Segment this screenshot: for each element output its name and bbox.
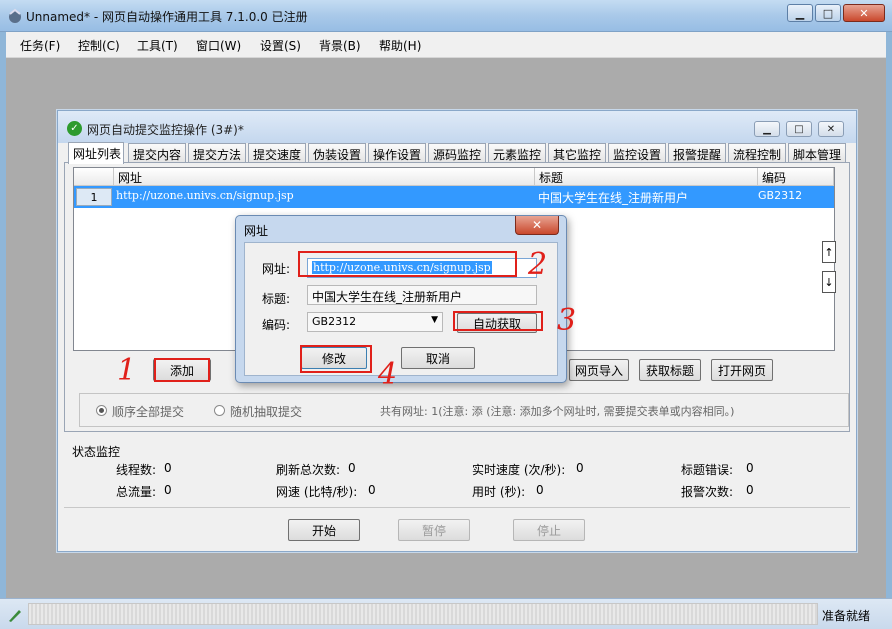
tab-source-monitor[interactable]: 源码监控 bbox=[428, 143, 486, 163]
menu-background[interactable]: 背景(B) bbox=[319, 37, 361, 54]
dialog-encoding-value: GB2312 bbox=[312, 315, 357, 328]
annotation-box-modify bbox=[300, 345, 372, 373]
annotation-box-auto-get bbox=[453, 311, 543, 331]
alarm-count-value: 0 bbox=[746, 483, 754, 497]
annotation-1: 1 bbox=[117, 353, 137, 388]
chevron-down-icon: ▼ bbox=[431, 315, 438, 325]
traffic-value: 0 bbox=[164, 483, 172, 497]
menu-settings[interactable]: 设置(S) bbox=[260, 37, 301, 54]
refresh-count-value: 0 bbox=[348, 461, 356, 475]
table-header-title[interactable]: 标题 bbox=[535, 168, 758, 186]
brush-icon bbox=[9, 610, 21, 622]
elapsed-label: 用时 (秒): bbox=[472, 485, 526, 499]
inner-close-button[interactable]: ✕ bbox=[818, 121, 844, 137]
radio-random-label[interactable]: 随机抽取提交 bbox=[230, 403, 302, 420]
pause-button[interactable]: 暂停 bbox=[398, 519, 470, 541]
speed-label: 实时速度 (次/秒): bbox=[472, 463, 566, 477]
tab-alarm[interactable]: 报警提醒 bbox=[668, 143, 726, 163]
title-error-value: 0 bbox=[746, 461, 754, 475]
tab-script-manage[interactable]: 脚本管理 bbox=[788, 143, 846, 163]
annotation-3: 3 bbox=[557, 303, 577, 338]
inner-maximize-button[interactable]: □ bbox=[786, 121, 812, 137]
app-icon bbox=[9, 8, 21, 23]
dialog-encoding-label: 编码: bbox=[262, 318, 291, 332]
tab-strip: 网址列表 提交内容 提交方法 提交速度 伪装设置 操作设置 源码监控 元素监控 … bbox=[68, 142, 848, 164]
row-title: 中国大学生在线_注册新用户 bbox=[538, 191, 689, 205]
radio-random[interactable] bbox=[214, 405, 225, 416]
threads-label: 线程数: bbox=[116, 463, 157, 477]
menu-help[interactable]: 帮助(H) bbox=[379, 37, 421, 54]
elapsed-value: 0 bbox=[536, 483, 544, 497]
cancel-button[interactable]: 取消 bbox=[401, 347, 475, 369]
traffic-label: 总流量: bbox=[116, 485, 157, 499]
annotation-4: 4 bbox=[378, 357, 398, 392]
dialog-url-label: 网址: bbox=[262, 262, 291, 276]
refresh-count-label: 刷新总次数: bbox=[276, 463, 341, 477]
open-page-button[interactable]: 打开网页 bbox=[711, 359, 773, 381]
tab-operation[interactable]: 操作设置 bbox=[368, 143, 426, 163]
netspeed-label: 网速 (比特/秒): bbox=[276, 485, 358, 499]
table-header-index bbox=[74, 168, 114, 186]
speed-value: 0 bbox=[576, 461, 584, 475]
menu-control[interactable]: 控制(C) bbox=[78, 37, 120, 54]
tab-submit-method[interactable]: 提交方法 bbox=[188, 143, 246, 163]
status-bar: 准备就绪 bbox=[0, 598, 892, 629]
inner-minimize-button[interactable]: ▁ bbox=[754, 121, 780, 137]
menu-window[interactable]: 窗口(W) bbox=[196, 37, 241, 54]
tab-submit-content[interactable]: 提交内容 bbox=[128, 143, 186, 163]
tab-monitor-settings[interactable]: 监控设置 bbox=[608, 143, 666, 163]
table-header-url[interactable]: 网址 bbox=[114, 168, 535, 186]
divider bbox=[64, 507, 850, 508]
table-row[interactable]: 1 http://uzone.univs.cn/signup.jsp 中国大学生… bbox=[74, 186, 834, 208]
annotation-box-url bbox=[298, 251, 517, 277]
tab-flow-control[interactable]: 流程控制 bbox=[728, 143, 786, 163]
row-url: http://uzone.univs.cn/signup.jsp bbox=[116, 189, 294, 202]
monitor-window-title: 网页自动提交监控操作 (3#)* bbox=[87, 123, 244, 137]
get-title-button[interactable]: 获取标题 bbox=[639, 359, 701, 381]
menu-tools[interactable]: 工具(T) bbox=[137, 37, 178, 54]
tab-disguise[interactable]: 伪装设置 bbox=[308, 143, 366, 163]
radio-sequential-label[interactable]: 顺序全部提交 bbox=[112, 403, 184, 420]
menu-task[interactable]: 任务(F) bbox=[20, 37, 60, 54]
dialog-encoding-select[interactable]: GB2312 ▼ bbox=[307, 312, 443, 332]
move-up-button[interactable]: ↑ bbox=[822, 241, 836, 263]
stop-button[interactable]: 停止 bbox=[513, 519, 585, 541]
status-text: 准备就绪 bbox=[822, 609, 871, 623]
status-monitor-heading: 状态监控 bbox=[72, 445, 121, 459]
maximize-button[interactable]: □ bbox=[815, 4, 841, 22]
row-encoding: GB2312 bbox=[758, 189, 803, 202]
window-title: Unnamed* - 网页自动操作通用工具 7.1.0.0 已注册 bbox=[26, 10, 308, 24]
status-progress-area bbox=[28, 603, 818, 625]
move-down-button[interactable]: ↓ bbox=[822, 271, 836, 293]
start-button[interactable]: 开始 bbox=[288, 519, 360, 541]
netspeed-value: 0 bbox=[368, 483, 376, 497]
title-bar: Unnamed* - 网页自动操作通用工具 7.1.0.0 已注册 ▁ □ ✕ bbox=[0, 0, 892, 32]
dialog-close-button[interactable]: ✕ bbox=[515, 216, 559, 235]
dialog-title-label: 标题: bbox=[262, 292, 291, 306]
annotation-2: 2 bbox=[528, 247, 548, 282]
minimize-button[interactable]: ▁ bbox=[787, 4, 813, 22]
url-dialog: 网址 ✕ 网址: http://uzone.univs.cn/signup.js… bbox=[235, 215, 567, 383]
tab-other-monitor[interactable]: 其它监控 bbox=[548, 143, 606, 163]
tab-element-monitor[interactable]: 元素监控 bbox=[488, 143, 546, 163]
tab-url-list[interactable]: 网址列表 bbox=[68, 142, 124, 164]
annotation-box-add bbox=[154, 358, 210, 382]
threads-value: 0 bbox=[164, 461, 172, 475]
title-error-label: 标题错误: bbox=[681, 463, 734, 477]
dialog-title-input[interactable]: 中国大学生在线_注册新用户 bbox=[307, 285, 537, 305]
row-number: 1 bbox=[76, 188, 112, 206]
radio-sequential[interactable] bbox=[96, 405, 107, 416]
check-icon: ✓ bbox=[67, 121, 82, 136]
table-header-encoding[interactable]: 编码 bbox=[758, 168, 834, 186]
alarm-count-label: 报警次数: bbox=[681, 485, 734, 499]
close-button[interactable]: ✕ bbox=[843, 4, 885, 22]
submit-mode-group: 顺序全部提交 随机抽取提交 共有网址: 1(注意: 添 (注意: 添加多个网址时… bbox=[79, 393, 849, 427]
monitor-window-title-bar: ✓ 网页自动提交监控操作 (3#)* ▁ □ ✕ bbox=[58, 111, 856, 143]
tab-submit-speed[interactable]: 提交速度 bbox=[248, 143, 306, 163]
url-count-info: 共有网址: 1(注意: 添 (注意: 添加多个网址时, 需要提交表单或内容相同。… bbox=[380, 405, 735, 418]
dialog-title: 网址 bbox=[244, 224, 269, 238]
menu-bar: 任务(F) 控制(C) 工具(T) 窗口(W) 设置(S) 背景(B) 帮助(H… bbox=[6, 32, 886, 58]
import-button[interactable]: 网页导入 bbox=[569, 359, 629, 381]
